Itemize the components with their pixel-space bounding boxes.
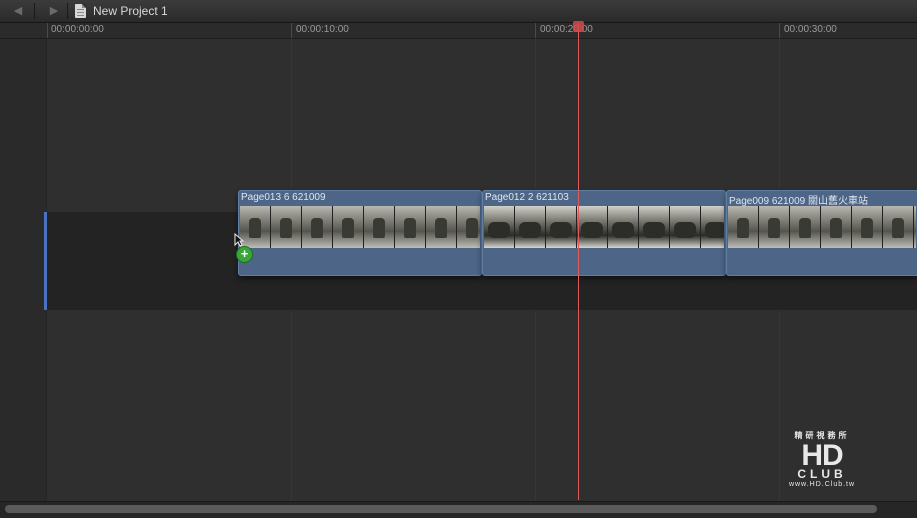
timecode-label: 00:00:00:00 xyxy=(51,24,104,35)
frame-thumbnail xyxy=(577,206,608,248)
timeline-start-region xyxy=(0,39,47,501)
watermark-sub-text: CLUB xyxy=(797,467,847,481)
frame-thumbnail xyxy=(701,206,724,248)
ruler-tick xyxy=(779,23,780,38)
frame-thumbnail xyxy=(759,206,790,248)
frame-thumbnail xyxy=(395,206,426,248)
title-bar: ◀ ▶ New Project 1 xyxy=(0,0,917,23)
scrollbar-thumb[interactable] xyxy=(5,505,877,513)
document-icon xyxy=(75,4,86,18)
frame-thumbnail xyxy=(852,206,883,248)
video-clip[interactable]: Page009 621009 關山舊火車站 xyxy=(726,190,917,276)
back-arrow-icon[interactable]: ◀ xyxy=(10,4,26,18)
timecode-label: 00:00:10:00 xyxy=(296,24,349,35)
horizontal-scrollbar[interactable] xyxy=(0,501,917,518)
ruler-tick xyxy=(535,23,536,38)
forward-arrow-icon[interactable]: ▶ xyxy=(46,4,62,18)
timecode-label: 00:00:20:00 xyxy=(540,24,593,35)
ruler-tick xyxy=(47,23,48,38)
frame-thumbnail xyxy=(670,206,701,248)
ruler-tick xyxy=(291,23,292,38)
frame-thumbnail xyxy=(608,206,639,248)
watermark-url: www.HD.Club.tw xyxy=(788,481,856,488)
frame-thumbnail xyxy=(515,206,546,248)
add-clip-icon: + xyxy=(236,246,253,263)
frame-thumbnail xyxy=(302,206,333,248)
watermark-logo: 精研視務所 HD CLUB www.HD.Club.tw xyxy=(776,430,868,498)
separator xyxy=(34,3,35,19)
frame-thumbnail xyxy=(883,206,914,248)
playhead-handle[interactable] xyxy=(573,21,584,32)
frame-thumbnail xyxy=(914,206,916,248)
frame-thumbnail xyxy=(457,206,480,248)
project-title: New Project 1 xyxy=(93,4,168,18)
frame-thumbnail xyxy=(639,206,670,248)
frame-thumbnail xyxy=(333,206,364,248)
timeline-ruler[interactable]: 00:00:00:00 00:00:10:00 00:00:20:00 00:0… xyxy=(0,23,917,39)
video-clip[interactable]: Page013 6 621009 xyxy=(238,190,482,276)
frame-thumbnail xyxy=(484,206,515,248)
clip-name: Page013 6 621009 xyxy=(241,192,326,203)
frame-thumbnail xyxy=(821,206,852,248)
timecode-label: 00:00:30:00 xyxy=(784,24,837,35)
frame-thumbnail xyxy=(271,206,302,248)
clip-filmstrip xyxy=(240,206,480,248)
frame-thumbnail xyxy=(790,206,821,248)
frame-thumbnail xyxy=(240,206,271,248)
frame-thumbnail xyxy=(728,206,759,248)
frame-thumbnail xyxy=(546,206,577,248)
storyline-start-marker xyxy=(44,212,47,310)
video-clip[interactable]: Page012 2 621103 xyxy=(482,190,726,276)
clip-name: Page012 2 621103 xyxy=(485,192,569,203)
frame-thumbnail xyxy=(364,206,395,248)
frame-thumbnail xyxy=(426,206,457,248)
clip-name: Page009 621009 關山舊火車站 xyxy=(729,196,868,207)
separator xyxy=(67,3,68,19)
clip-filmstrip xyxy=(728,206,916,248)
clip-filmstrip xyxy=(484,206,724,248)
playhead[interactable] xyxy=(578,23,579,500)
